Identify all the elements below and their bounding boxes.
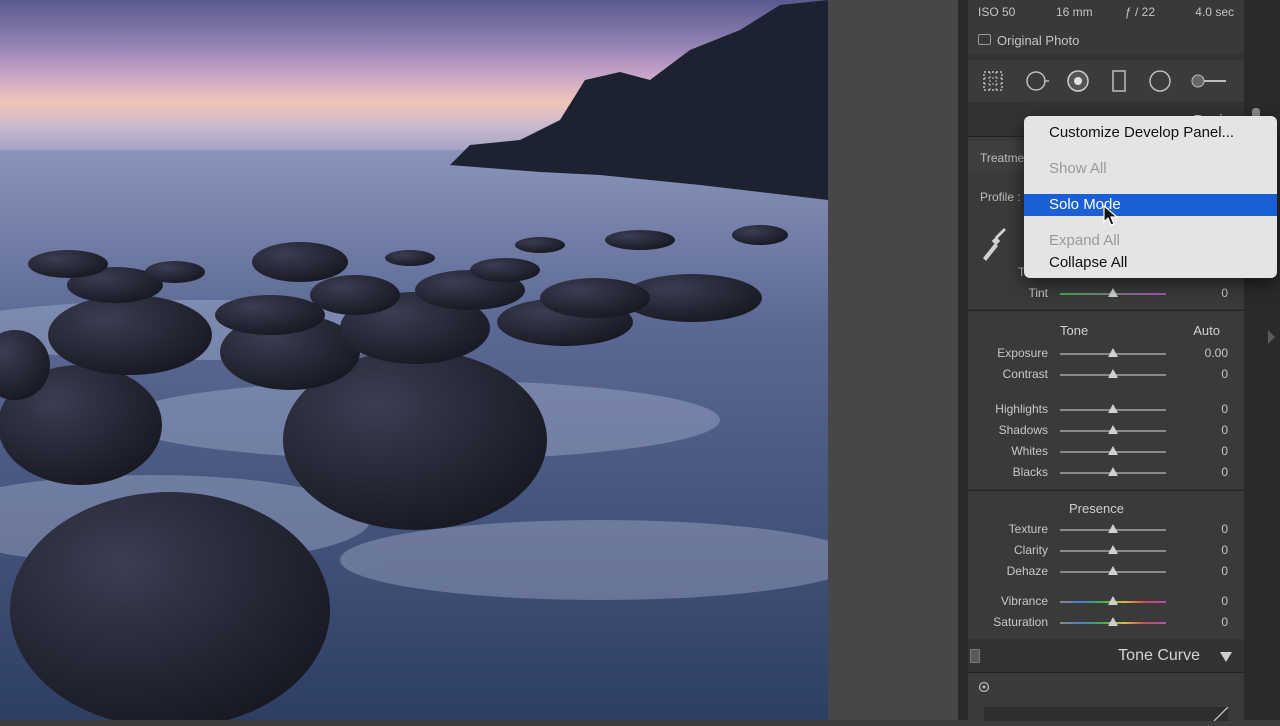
vibrance-thumb[interactable] — [1108, 596, 1118, 605]
menu-item-solo-mode[interactable]: Solo Mode — [1024, 194, 1277, 216]
blacks-slider[interactable]: Blacks 0 — [968, 462, 1244, 482]
tint-label: Tint — [1028, 286, 1048, 300]
menu-item-collapse-all[interactable]: Collapse All — [1024, 252, 1277, 274]
menu-item-expand-all: Expand All — [1049, 232, 1120, 249]
exif-aperture: ƒ / 22 — [1125, 5, 1156, 19]
menu-item-customize-develop-panel[interactable]: Customize Develop Panel... — [1024, 122, 1277, 144]
menu-item-show-all: Show All — [1049, 160, 1107, 177]
chevron-down-icon[interactable] — [1220, 652, 1232, 662]
saturation-slider[interactable]: Saturation 0 — [968, 612, 1244, 632]
spot-removal-icon[interactable] — [1025, 69, 1049, 93]
exposure-label: Exposure — [997, 346, 1048, 360]
profile-label: Profile : — [980, 190, 1021, 204]
adjustment-brush-icon[interactable] — [1190, 69, 1228, 93]
tone-curve-panel — [968, 672, 1244, 722]
exif-iso: ISO 50 — [978, 5, 1016, 19]
tint-value[interactable]: 0 — [1221, 286, 1228, 300]
mouse-cursor-icon — [1103, 205, 1119, 226]
presence-section: Presence Texture 0 Clarity 0 Dehaze 0 Vi… — [968, 490, 1244, 639]
original-photo-checkbox[interactable] — [978, 34, 991, 45]
whites-thumb[interactable] — [1108, 446, 1118, 455]
texture-value[interactable]: 0 — [1221, 522, 1228, 536]
clarity-label: Clarity — [1013, 543, 1048, 557]
saturation-value[interactable]: 0 — [1221, 615, 1228, 629]
tone-curve-title: Tone Curve — [1118, 647, 1200, 664]
target-adjust-icon[interactable] — [978, 681, 990, 693]
clarity-slider[interactable]: Clarity 0 — [968, 540, 1244, 560]
clarity-value[interactable]: 0 — [1221, 543, 1228, 557]
histogram-info: ISO 50 16 mm ƒ / 22 4.0 sec Original Pho… — [968, 0, 1244, 54]
develop-right-panel: ISO 50 16 mm ƒ / 22 4.0 sec Original Pho… — [958, 0, 1280, 722]
contrast-slider[interactable]: Contrast 0 — [968, 364, 1244, 384]
blacks-label: Blacks — [1012, 465, 1048, 479]
red-eye-icon[interactable] — [1066, 69, 1090, 93]
shadows-label: Shadows — [998, 423, 1048, 437]
tint-thumb[interactable] — [1108, 288, 1118, 297]
exposure-value[interactable]: 0.00 — [1205, 346, 1228, 360]
tint-slider[interactable]: Tint 0 — [968, 283, 1244, 303]
dehaze-value[interactable]: 0 — [1221, 564, 1228, 578]
highlights-thumb[interactable] — [1108, 404, 1118, 413]
crop-overlay-icon[interactable] — [981, 69, 1005, 93]
whites-label: Whites — [1011, 444, 1048, 458]
texture-thumb[interactable] — [1108, 524, 1118, 533]
radial-filter-icon[interactable] — [1148, 69, 1172, 93]
vibrance-label: Vibrance — [1000, 594, 1048, 608]
contrast-thumb[interactable] — [1108, 369, 1118, 378]
blacks-value[interactable]: 0 — [1221, 465, 1228, 479]
vibrance-slider[interactable]: Vibrance 0 — [968, 591, 1244, 611]
exposure-slider[interactable]: Exposure 0.00 — [968, 343, 1244, 363]
shadows-slider[interactable]: Shadows 0 — [968, 420, 1244, 440]
exif-focal-length: 16 mm — [1056, 5, 1093, 19]
dehaze-slider[interactable]: Dehaze 0 — [968, 561, 1244, 581]
eyedropper-icon[interactable] — [980, 225, 1006, 261]
photo-preview[interactable] — [0, 0, 828, 720]
clarity-thumb[interactable] — [1108, 545, 1118, 554]
vibrance-value[interactable]: 0 — [1221, 594, 1228, 608]
panel-collapse-arrow[interactable] — [1268, 330, 1275, 344]
highlights-slider[interactable]: Highlights 0 — [968, 399, 1244, 419]
tone-curve-graph[interactable] — [984, 706, 1229, 722]
contrast-label: Contrast — [1002, 367, 1048, 381]
blacks-thumb[interactable] — [1108, 467, 1118, 476]
exposure-thumb[interactable] — [1108, 348, 1118, 357]
contrast-value[interactable]: 0 — [1221, 367, 1228, 381]
whites-slider[interactable]: Whites 0 — [968, 441, 1244, 461]
auto-button[interactable]: Auto — [1193, 323, 1220, 338]
texture-label: Texture — [1008, 522, 1048, 536]
tone-curve-toggle[interactable] — [970, 649, 980, 663]
presence-header: Presence — [1069, 501, 1124, 516]
highlights-value[interactable]: 0 — [1221, 402, 1228, 416]
panel-context-menu: Customize Develop Panel... Show All Solo… — [1024, 116, 1277, 278]
exif-shutter: 4.0 sec — [1195, 5, 1234, 19]
saturation-thumb[interactable] — [1108, 617, 1118, 626]
dehaze-thumb[interactable] — [1108, 566, 1118, 575]
graduated-filter-icon[interactable] — [1107, 69, 1131, 93]
canvas-background — [828, 0, 958, 720]
shadows-thumb[interactable] — [1108, 425, 1118, 434]
treatment-label: Treatme — [980, 151, 1025, 165]
original-photo-label: Original Photo — [997, 33, 1080, 48]
shadows-value[interactable]: 0 — [1221, 423, 1228, 437]
tool-strip — [968, 60, 1244, 102]
highlights-label: Highlights — [995, 402, 1048, 416]
texture-slider[interactable]: Texture 0 — [968, 519, 1244, 539]
tone-section: Tone Auto Exposure 0.00 Contrast 0 Highl… — [968, 310, 1244, 489]
dehaze-label: Dehaze — [1006, 564, 1048, 578]
saturation-label: Saturation — [993, 615, 1048, 629]
whites-value[interactable]: 0 — [1221, 444, 1228, 458]
tone-header: Tone — [1060, 323, 1089, 338]
tone-curve-header[interactable]: Tone Curve — [968, 640, 1244, 672]
